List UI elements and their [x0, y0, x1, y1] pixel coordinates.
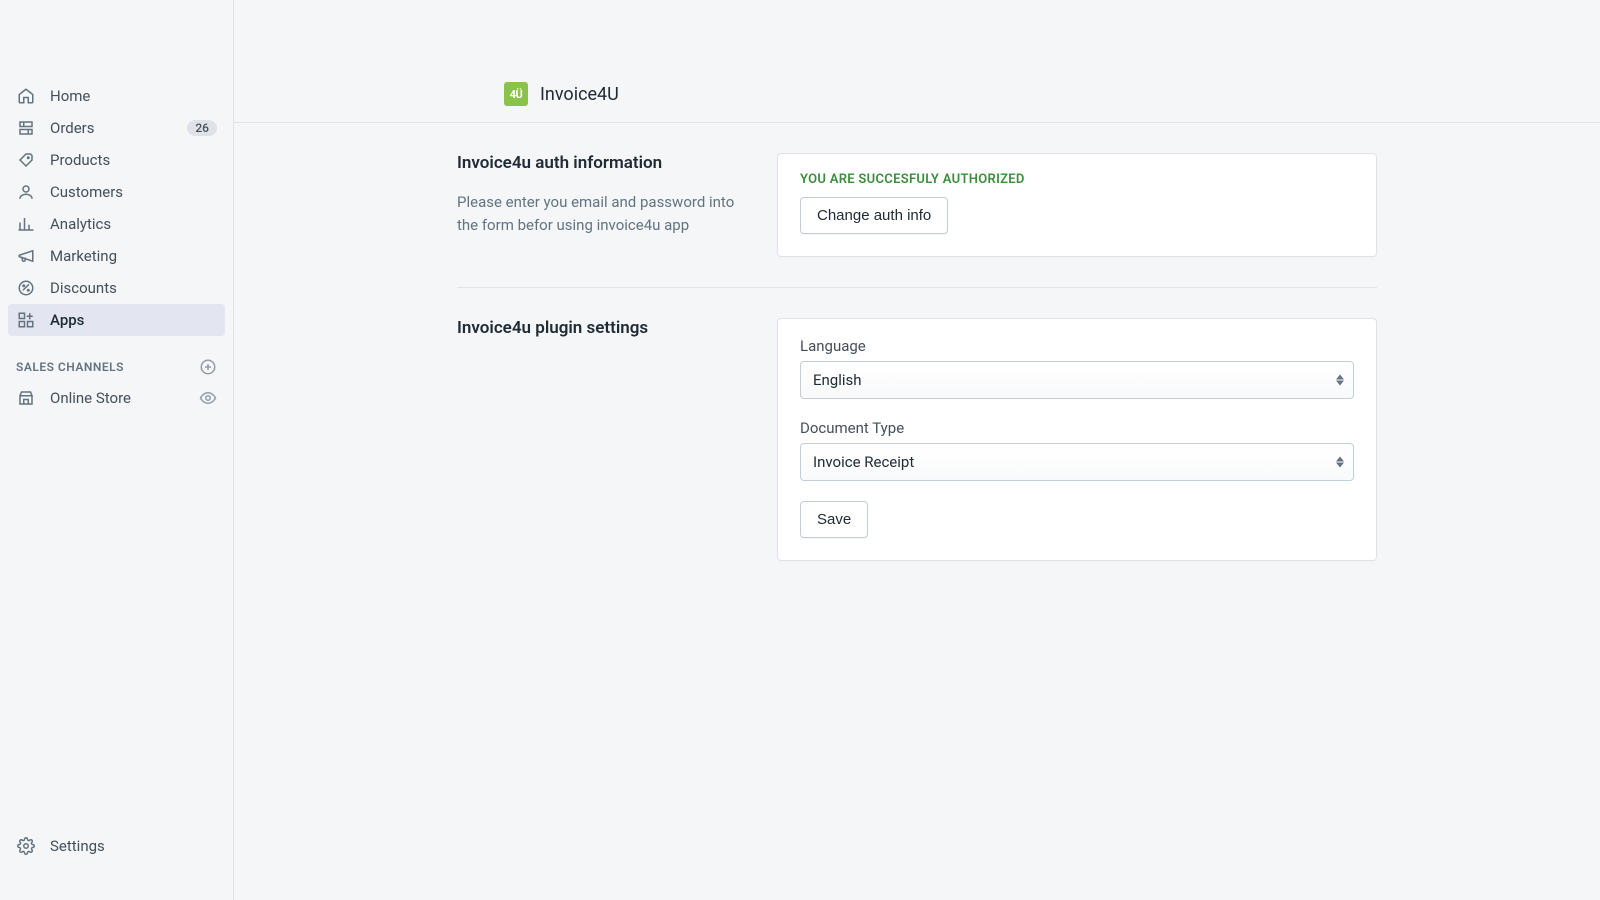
- sidebar-item-discounts[interactable]: Discounts: [8, 272, 225, 304]
- orders-icon: [16, 118, 36, 138]
- app-logo: 4Ü: [504, 82, 528, 106]
- gear-icon: [16, 836, 36, 856]
- section-settings-info: Invoice4u plugin settings: [457, 318, 747, 561]
- sales-channels-header: SALES CHANNELS: [0, 358, 233, 376]
- sidebar: Home Orders 26 Products Customers: [0, 0, 234, 900]
- sidebar-item-label: Apps: [50, 311, 217, 329]
- page-title: Invoice4U: [540, 84, 619, 105]
- sidebar-item-label: Discounts: [50, 279, 217, 297]
- section-header-label: SALES CHANNELS: [16, 360, 124, 374]
- view-store-icon[interactable]: [199, 389, 217, 407]
- save-button[interactable]: Save: [800, 501, 868, 538]
- sidebar-item-home[interactable]: Home: [8, 80, 225, 112]
- sidebar-item-label: Orders: [50, 119, 173, 137]
- sidebar-item-settings[interactable]: Settings: [0, 826, 233, 866]
- sidebar-item-products[interactable]: Products: [8, 144, 225, 176]
- nav-primary: Home Orders 26 Products Customers: [0, 80, 233, 336]
- section-auth: Invoice4u auth information Please enter …: [457, 153, 1377, 287]
- sidebar-item-apps[interactable]: Apps: [8, 304, 225, 336]
- auth-status: YOU ARE SUCCESFULY AUTHORIZED: [800, 172, 1354, 187]
- sidebar-item-customers[interactable]: Customers: [8, 176, 225, 208]
- doctype-select[interactable]: Invoice Receipt: [800, 443, 1354, 481]
- store-icon: [16, 388, 36, 408]
- main: 4Ü Invoice4U Invoice4u auth information …: [234, 0, 1600, 900]
- section-auth-info: Invoice4u auth information Please enter …: [457, 153, 747, 257]
- orders-badge: 26: [187, 120, 217, 136]
- home-icon: [16, 86, 36, 106]
- language-select-value: English: [800, 361, 1354, 399]
- sidebar-item-label: Customers: [50, 183, 217, 201]
- doctype-select-value: Invoice Receipt: [800, 443, 1354, 481]
- marketing-icon: [16, 246, 36, 266]
- sidebar-item-orders[interactable]: Orders 26: [8, 112, 225, 144]
- field-language: Language English: [800, 337, 1354, 399]
- add-channel-icon[interactable]: [199, 358, 217, 376]
- section-plugin-settings: Invoice4u plugin settings Language Engli…: [457, 287, 1377, 591]
- card-settings: Language English Document Type Invoice R…: [777, 318, 1377, 561]
- sidebar-item-label: Products: [50, 151, 217, 169]
- sidebar-item-marketing[interactable]: Marketing: [8, 240, 225, 272]
- sidebar-item-label: Analytics: [50, 215, 217, 233]
- section-heading: Invoice4u auth information: [457, 153, 747, 173]
- customers-icon: [16, 182, 36, 202]
- products-icon: [16, 150, 36, 170]
- analytics-icon: [16, 214, 36, 234]
- apps-icon: [16, 310, 36, 330]
- settings-label: Settings: [50, 837, 105, 855]
- sidebar-item-analytics[interactable]: Analytics: [8, 208, 225, 240]
- page-header: 4Ü Invoice4U: [234, 0, 1600, 123]
- content: Invoice4u auth information Please enter …: [234, 123, 1600, 591]
- sidebar-item-label: Online Store: [50, 389, 185, 407]
- doctype-label: Document Type: [800, 419, 1354, 437]
- sidebar-item-label: Home: [50, 87, 217, 105]
- discounts-icon: [16, 278, 36, 298]
- change-auth-button[interactable]: Change auth info: [800, 197, 948, 234]
- card-auth: YOU ARE SUCCESFULY AUTHORIZED Change aut…: [777, 153, 1377, 257]
- section-heading: Invoice4u plugin settings: [457, 318, 747, 338]
- sidebar-item-label: Marketing: [50, 247, 217, 265]
- sidebar-item-online-store[interactable]: Online Store: [0, 382, 233, 414]
- field-document-type: Document Type Invoice Receipt: [800, 419, 1354, 481]
- section-description: Please enter you email and password into…: [457, 191, 747, 236]
- language-select[interactable]: English: [800, 361, 1354, 399]
- language-label: Language: [800, 337, 1354, 355]
